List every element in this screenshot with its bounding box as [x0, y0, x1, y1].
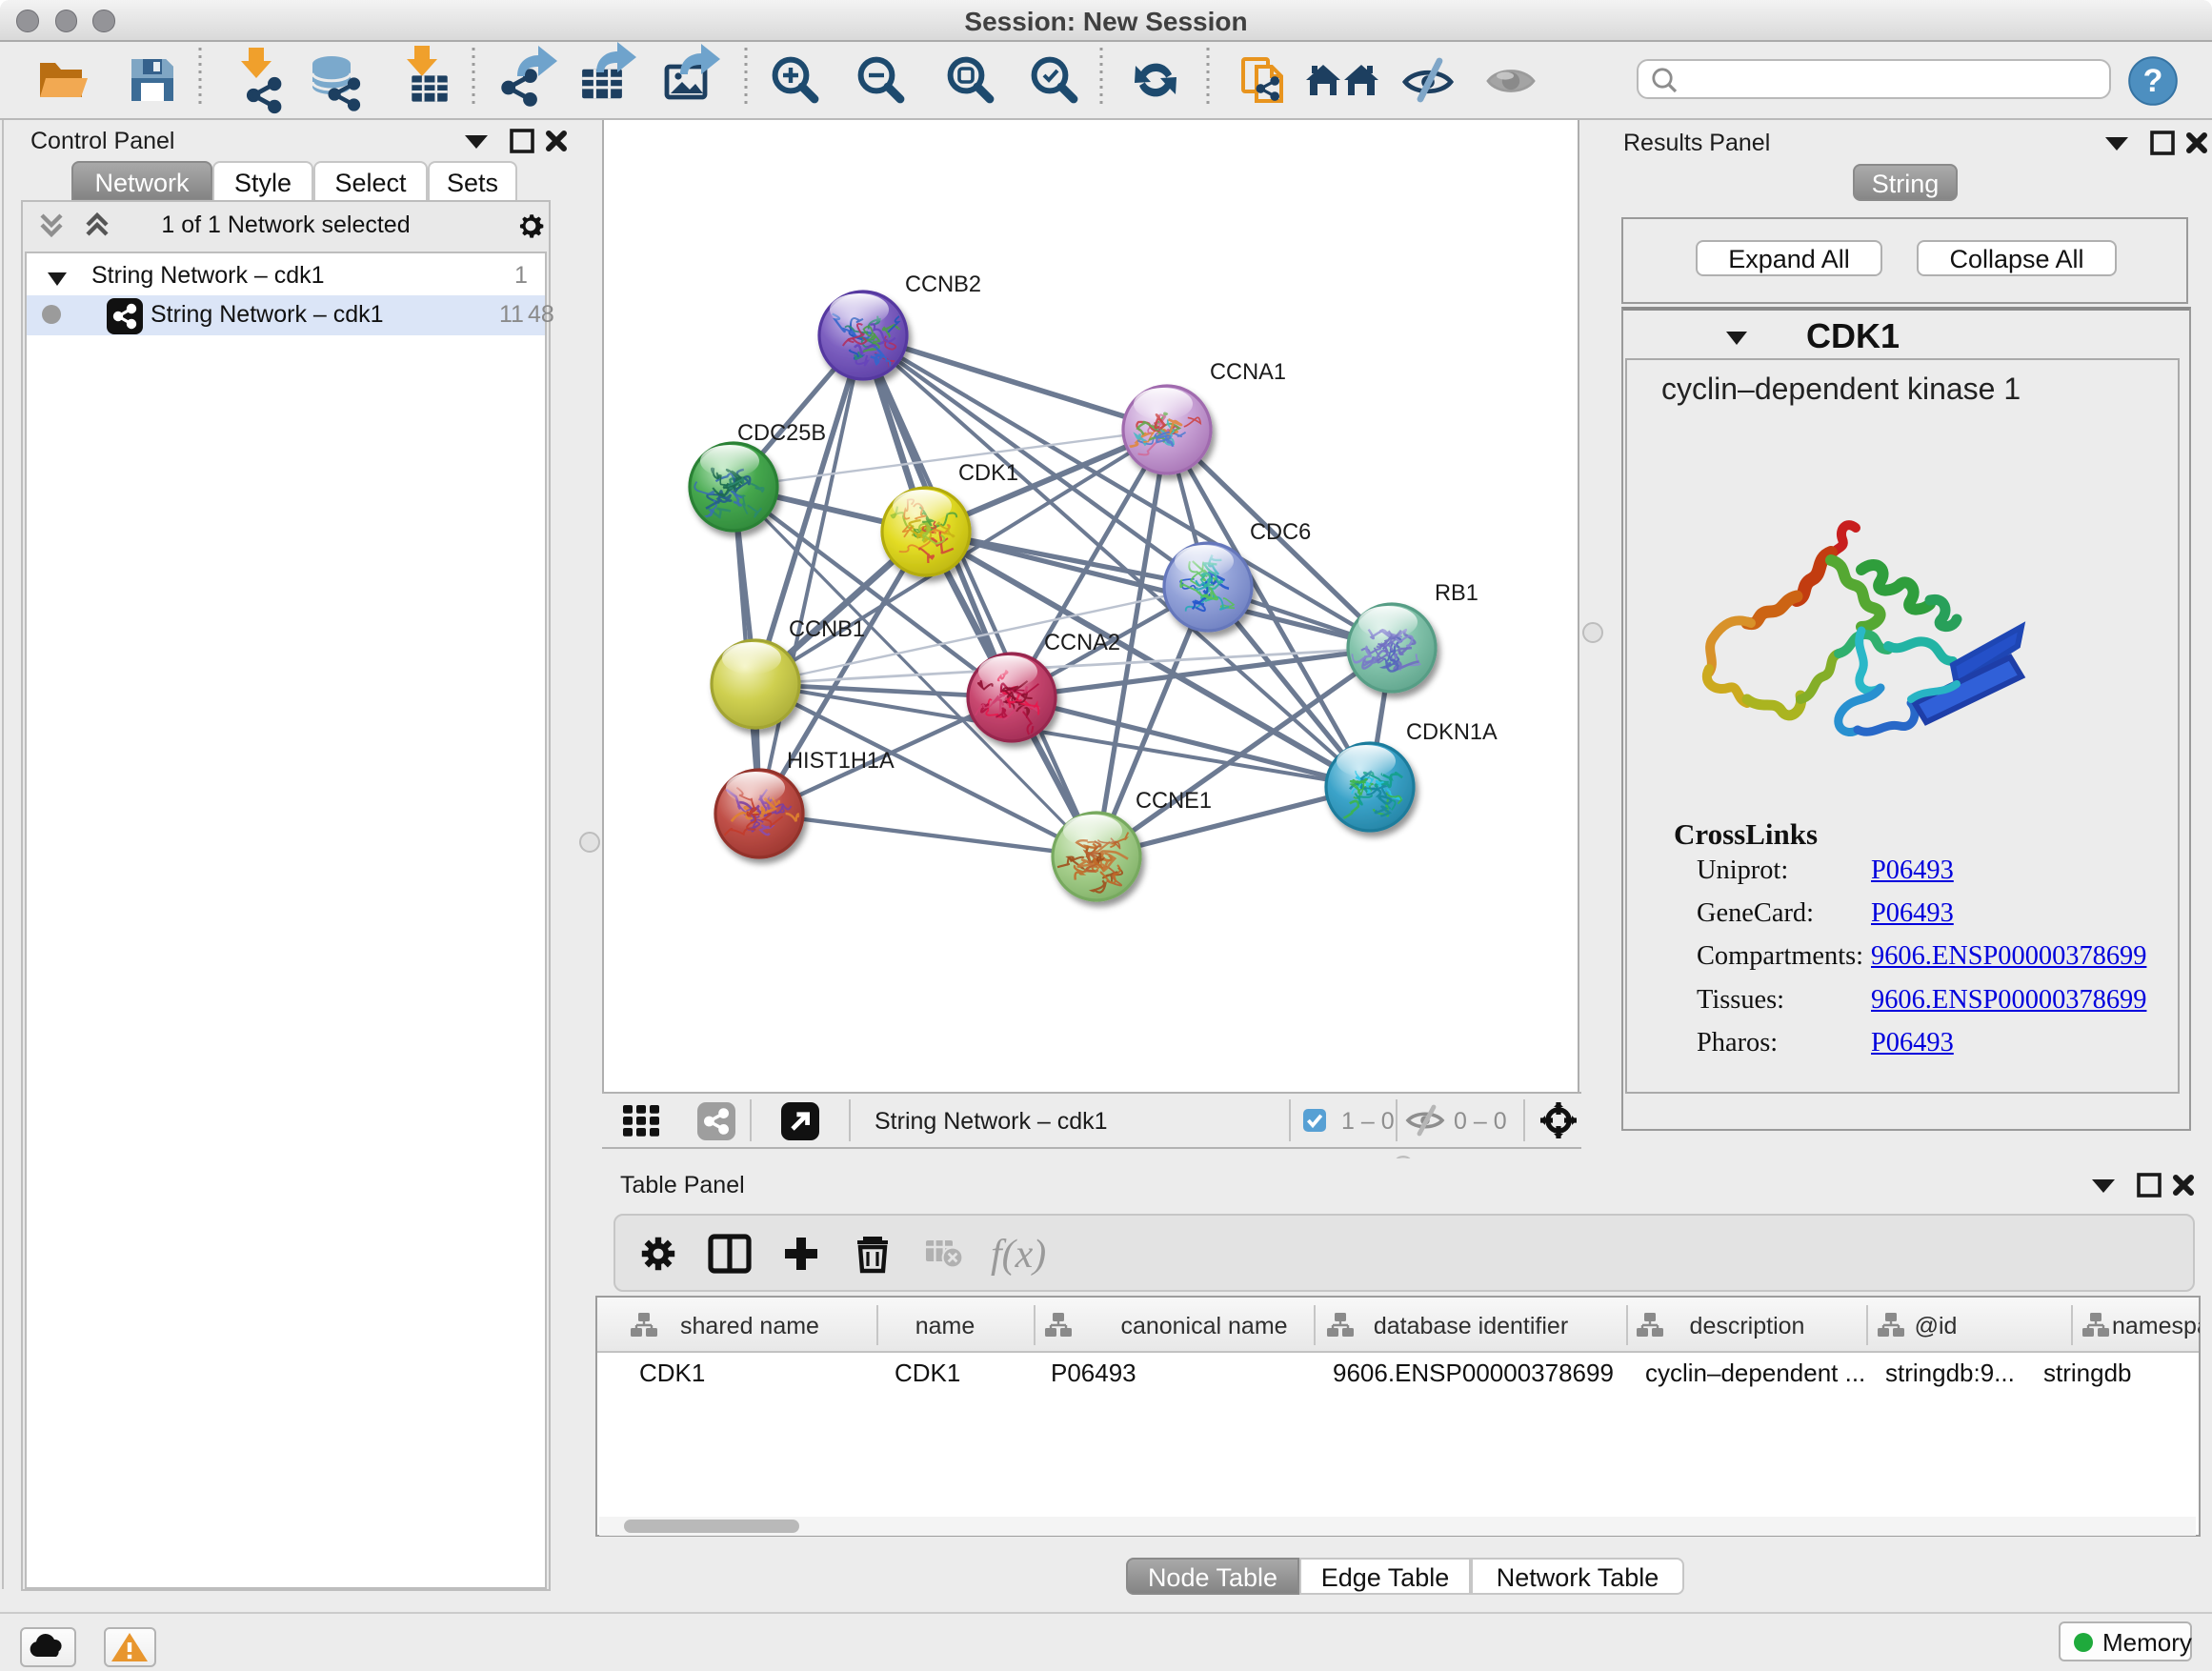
svg-text:RB1: RB1	[1435, 581, 1478, 606]
svg-text:0 – 0: 0 – 0	[1454, 1108, 1507, 1135]
svg-text:?: ?	[2143, 63, 2163, 99]
svg-text:1 – 0: 1 – 0	[1341, 1108, 1395, 1135]
svg-text:namespac: namespac	[2112, 1313, 2200, 1339]
svg-text:CDKN1A: CDKN1A	[1406, 720, 1498, 745]
svg-text:CCNB2: CCNB2	[905, 272, 981, 297]
svg-text:f(x): f(x)	[991, 1233, 1046, 1277]
svg-text:CCNB1: CCNB1	[789, 617, 865, 642]
svg-text:String Network – cdk1: String Network – cdk1	[875, 1108, 1108, 1135]
svg-text:CCNA1: CCNA1	[1210, 360, 1286, 385]
svg-text:canonical name: canonical name	[1120, 1313, 1287, 1339]
svg-text:description: description	[1690, 1313, 1805, 1339]
svg-text:@id: @id	[1915, 1313, 1958, 1339]
svg-text:CDC25B: CDC25B	[737, 421, 826, 446]
svg-text:name: name	[915, 1313, 975, 1339]
svg-text:CDK1: CDK1	[958, 461, 1018, 486]
svg-text:CCNA2: CCNA2	[1044, 631, 1120, 655]
svg-text:HIST1H1A: HIST1H1A	[787, 749, 895, 774]
svg-text:CCNE1: CCNE1	[1136, 789, 1212, 814]
svg-text:database identifier: database identifier	[1374, 1313, 1568, 1339]
svg-text:shared name: shared name	[680, 1313, 819, 1339]
svg-text:CDC6: CDC6	[1250, 520, 1311, 545]
